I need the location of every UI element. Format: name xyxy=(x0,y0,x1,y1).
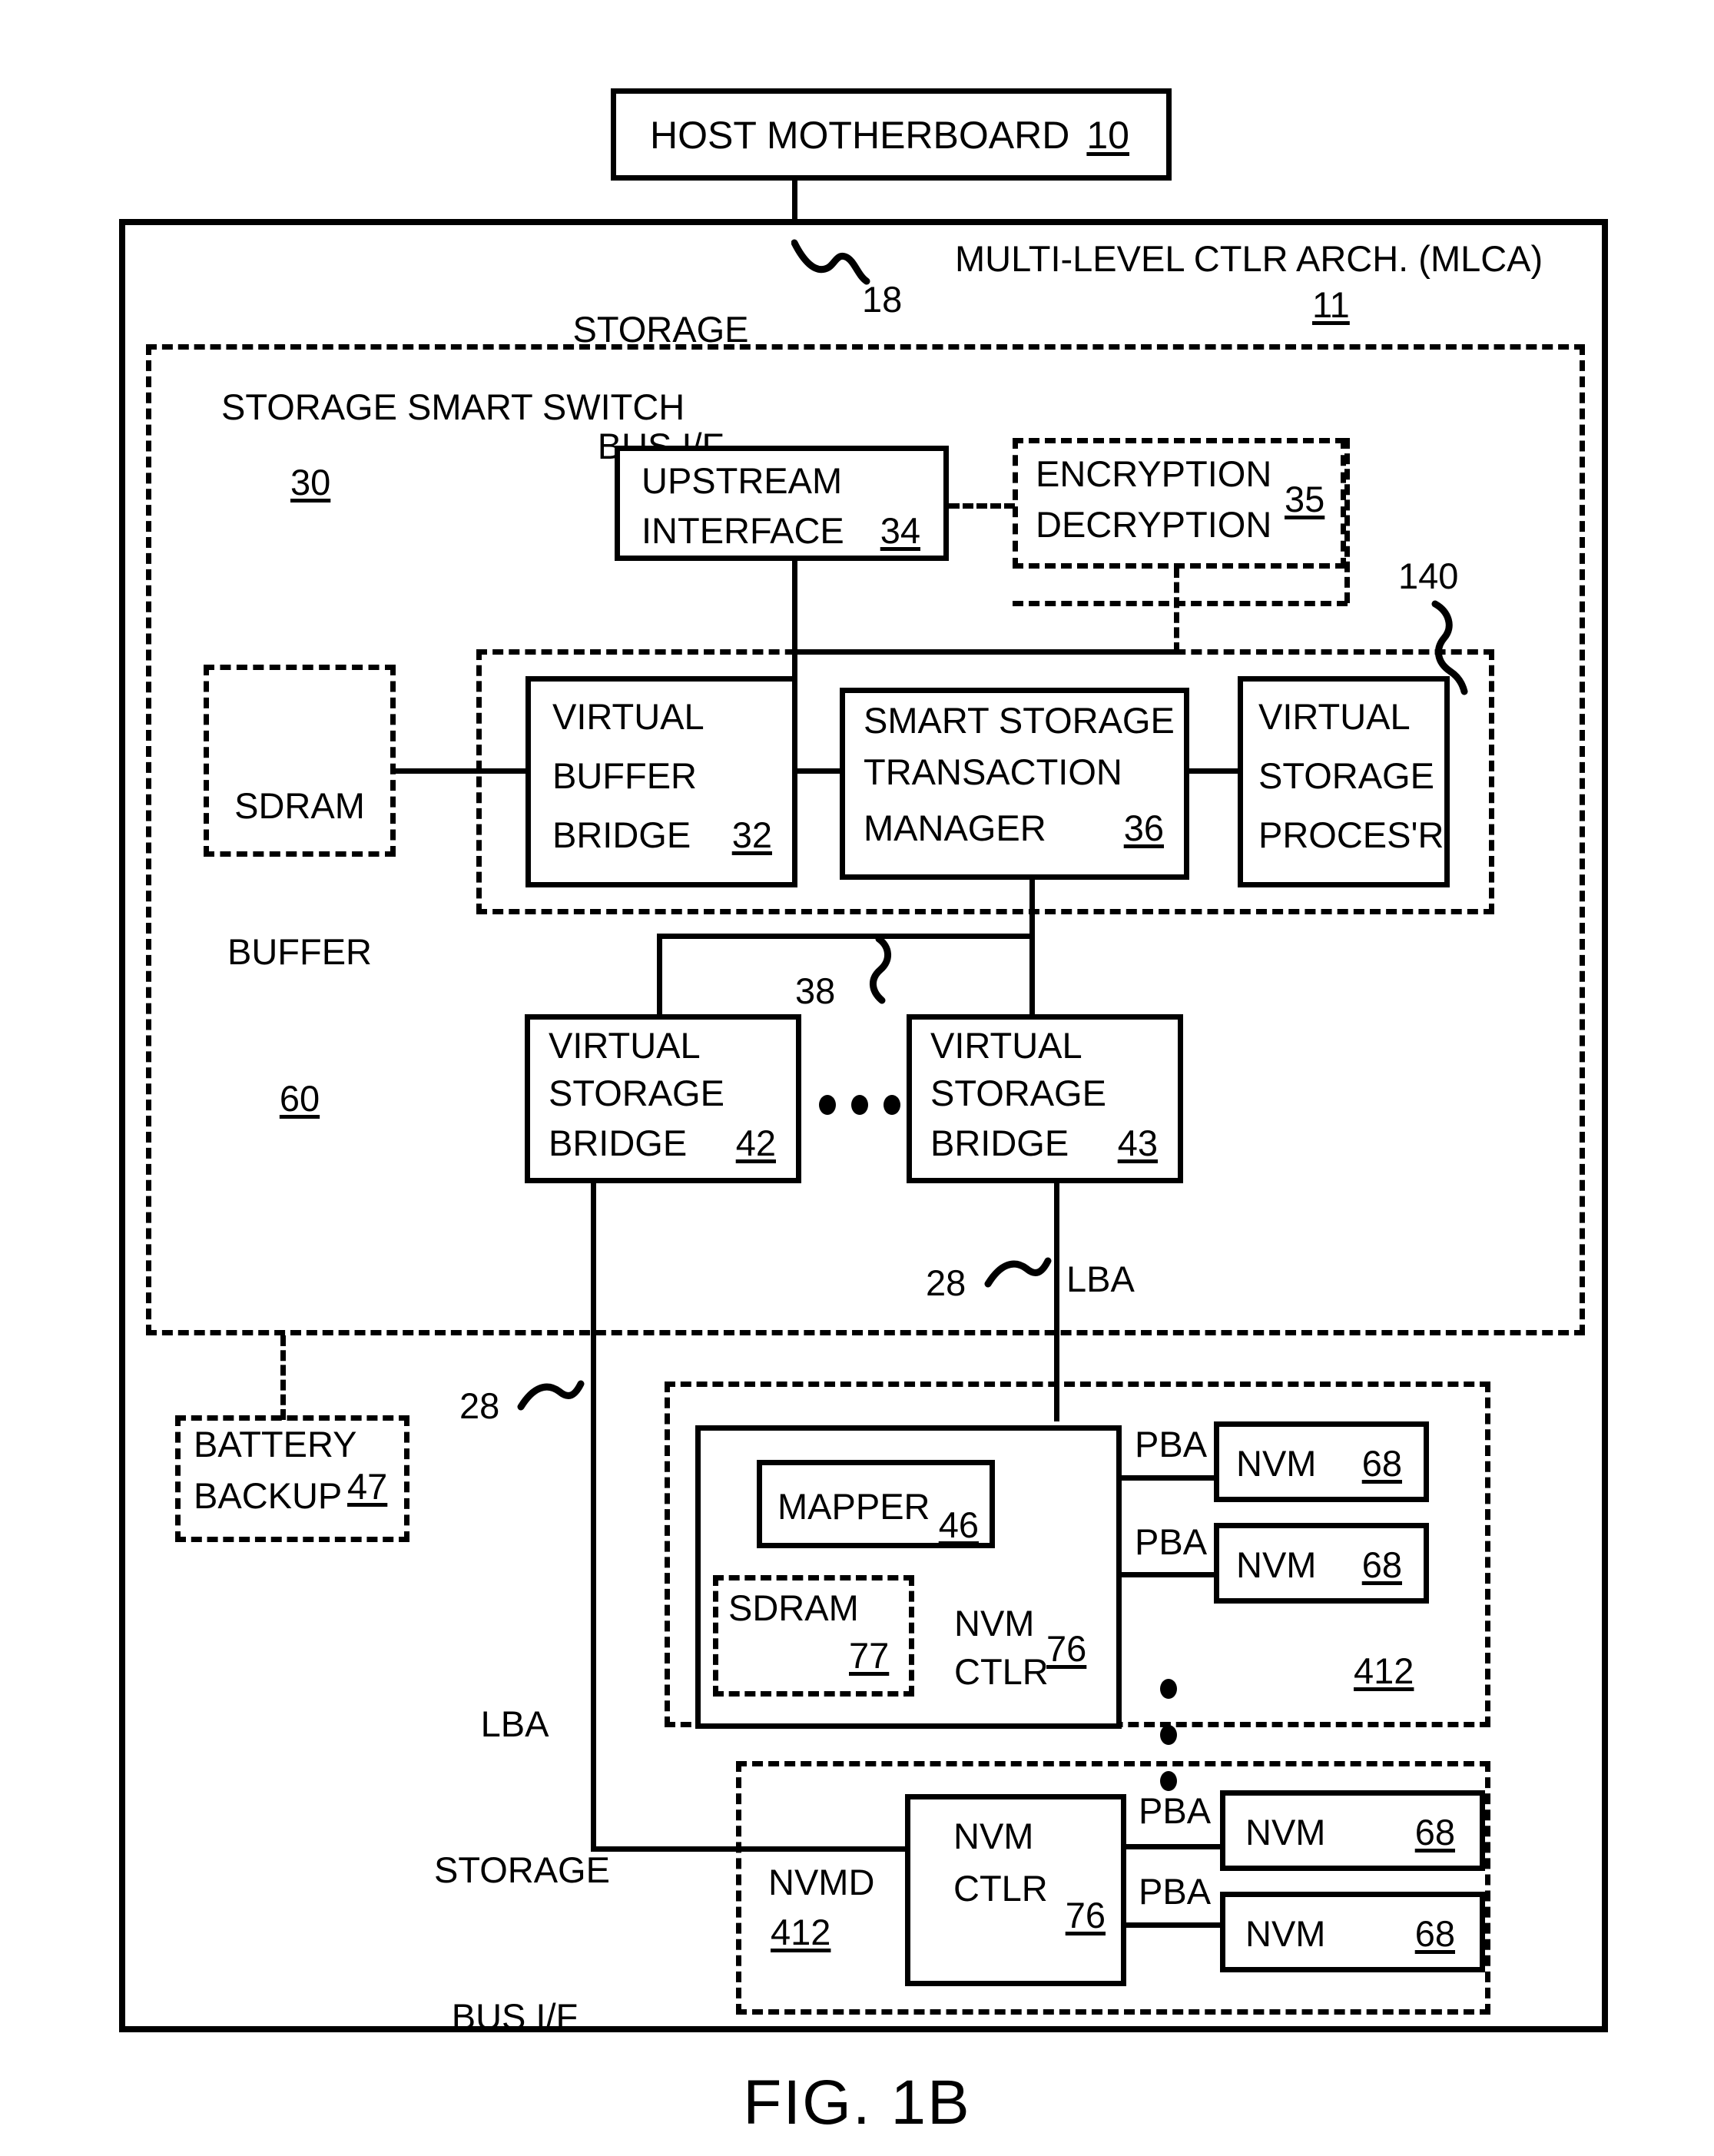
mapper-46-ref: 46 xyxy=(938,1504,979,1545)
encryption-line2: DECRYPTION xyxy=(1036,504,1272,545)
mlca-title: MULTI-LEVEL CTLR ARCH. (MLCA) xyxy=(955,238,1543,279)
pba-label-bottom-1: PBA xyxy=(1139,1790,1212,1831)
lba-storage-bus-line1: LBA xyxy=(480,1703,549,1744)
nvm-ctlr-76-bottom-line1: NVM xyxy=(953,1816,1034,1856)
bus-38-ref: 38 xyxy=(795,970,836,1011)
leader-squiggle-28-right xyxy=(984,1257,1052,1288)
pba-label-top-2: PBA xyxy=(1135,1521,1208,1562)
nvmd-bottom-ref-412: 412 xyxy=(771,1912,831,1952)
vsp-line3: PROCES'R xyxy=(1258,814,1444,855)
battery-backup-line2: BACKUP xyxy=(194,1475,343,1516)
nvm-68-bottom-1-box: NVM 68 xyxy=(1220,1790,1485,1871)
leader-squiggle-28-left xyxy=(517,1380,585,1411)
vsb42-line1: VIRTUAL xyxy=(549,1025,701,1066)
sstm-ref: 36 xyxy=(1123,808,1164,848)
wire-sdram-to-virtual-buffer-bridge xyxy=(394,768,527,774)
nvm-68-bottom-1-ref: 68 xyxy=(1414,1812,1455,1853)
upstream-interface-line1: UPSTREAM xyxy=(642,460,843,501)
vsb42-line2: STORAGE xyxy=(549,1073,724,1113)
lba-right-ref-28: 28 xyxy=(926,1262,966,1303)
sdram-buffer-ref: 60 xyxy=(279,1077,320,1119)
virtual-buffer-bridge-line2: BUFFER xyxy=(552,755,697,796)
lba-storage-bus-if-label: LBA STORAGE BUS I/F xyxy=(434,1602,610,2138)
virtual-storage-processor-box: VIRTUAL STORAGE PROCES'R xyxy=(1238,676,1450,887)
battery-backup-ref: 47 xyxy=(347,1466,388,1507)
virtual-storage-bridge-43-box: VIRTUAL STORAGE BRIDGE 43 xyxy=(907,1014,1183,1183)
wire-pba-bottom-2 xyxy=(1123,1922,1222,1928)
wire-pba-bottom-1 xyxy=(1123,1844,1222,1849)
pba-label-top-1: PBA xyxy=(1135,1424,1208,1464)
encryption-line1: ENCRYPTION xyxy=(1036,453,1272,494)
nvm-ctlr-76-top-ref: 76 xyxy=(1046,1628,1087,1669)
lba-right-label: LBA xyxy=(1066,1259,1135,1299)
mapper-46-box: MAPPER 46 xyxy=(757,1460,995,1548)
pba-label-bottom-2: PBA xyxy=(1139,1871,1212,1912)
storage-smart-switch-title: STORAGE SMART SWITCH xyxy=(221,386,685,427)
vsb43-line1: VIRTUAL xyxy=(930,1025,1082,1066)
upstream-interface-box: UPSTREAM INTERFACE 34 xyxy=(615,446,949,561)
nvm-ctlr-76-bottom-box: NVM CTLR 76 xyxy=(905,1794,1126,1986)
nvmd-top-ref-412: 412 xyxy=(1354,1650,1414,1691)
mlca-ref: 11 xyxy=(1312,284,1350,325)
sdram-buffer-text: SDRAM BUFFER 60 xyxy=(204,684,396,1220)
wire-pba-top-1 xyxy=(1119,1475,1215,1481)
dashed-encryption-pocket-right xyxy=(1344,438,1350,603)
storage-smart-switch-ref: 30 xyxy=(290,462,331,503)
group-140-ref: 140 xyxy=(1398,556,1459,596)
sdram-buffer-line2: BUFFER xyxy=(227,931,372,973)
nvm-68-top-1-ref: 68 xyxy=(1361,1443,1402,1484)
vsp-line2: STORAGE xyxy=(1258,755,1434,796)
vsp-line1: VIRTUAL xyxy=(1258,696,1411,737)
host-motherboard-box: HOST MOTHERBOARD 10 xyxy=(611,88,1172,181)
storage-bus-if-line1: STORAGE xyxy=(572,308,749,350)
upstream-interface-ref: 34 xyxy=(880,510,920,551)
sdram-buffer-line1: SDRAM xyxy=(234,784,365,826)
dashed-wire-battery-backup xyxy=(280,1335,286,1420)
smart-storage-transaction-manager-box: SMART STORAGE TRANSACTION MANAGER 36 xyxy=(840,688,1189,880)
encryption-ref: 35 xyxy=(1285,479,1325,519)
sstm-line2: TRANSACTION xyxy=(864,751,1122,792)
wire-pba-top-2 xyxy=(1119,1572,1215,1577)
lba-left-ref-28: 28 xyxy=(459,1385,500,1426)
nvm-68-top-1-box: NVM 68 xyxy=(1214,1421,1429,1502)
sdram-77-ref: 77 xyxy=(849,1635,890,1676)
vsb42-ref: 42 xyxy=(735,1123,776,1163)
figure-caption: FIG. 1B xyxy=(743,2068,971,2138)
nvm-68-top-2-ref: 68 xyxy=(1361,1544,1402,1585)
leader-squiggle-38 xyxy=(870,936,891,1004)
wire-sstm-to-vsp xyxy=(1186,768,1240,774)
sstm-line1: SMART STORAGE xyxy=(864,700,1175,741)
nvm-68-top-2-box: NVM 68 xyxy=(1214,1523,1429,1604)
vsb43-line2: STORAGE xyxy=(930,1073,1106,1113)
virtual-storage-bridge-42-box: VIRTUAL STORAGE BRIDGE 42 xyxy=(525,1014,801,1183)
lba-storage-bus-line2: STORAGE xyxy=(434,1849,610,1891)
nvmd-bottom-label: NVMD xyxy=(768,1862,875,1902)
sdram-77-label: SDRAM xyxy=(728,1587,859,1628)
battery-backup-line1: BATTERY xyxy=(194,1424,357,1464)
dashed-wire-upstream-to-encryption xyxy=(949,503,1015,509)
host-motherboard-ref: 10 xyxy=(1086,114,1129,157)
nvm-68-bottom-2-ref: 68 xyxy=(1414,1913,1455,1954)
wire-vbb-to-sstm xyxy=(794,768,842,774)
nvm-68-bottom-2-box: NVM 68 xyxy=(1220,1892,1485,1972)
dashed-encryption-pocket-bottom xyxy=(1013,601,1348,606)
dashed-encryption-pocket-drop xyxy=(1174,567,1179,653)
virtual-buffer-bridge-box: VIRTUAL BUFFER BRIDGE 32 xyxy=(525,676,797,887)
virtual-buffer-bridge-line1: VIRTUAL xyxy=(552,696,704,737)
wire-bus-38-right-drop xyxy=(1029,934,1035,1014)
vsb43-ref: 43 xyxy=(1117,1123,1158,1163)
lba-storage-bus-line3: BUS I/F xyxy=(451,1995,579,2037)
virtual-buffer-bridge-ref: 32 xyxy=(731,814,772,855)
ellipsis-between-bridges xyxy=(819,1095,900,1115)
patent-figure-1b: HOST MOTHERBOARD 10 STORAGE BUS I/F 18 M… xyxy=(0,0,1714,2156)
wire-bus-38-left-drop xyxy=(657,934,662,1014)
bus-ref-18: 18 xyxy=(862,279,903,320)
nvm-ctlr-76-bottom-ref: 76 xyxy=(1065,1895,1106,1935)
